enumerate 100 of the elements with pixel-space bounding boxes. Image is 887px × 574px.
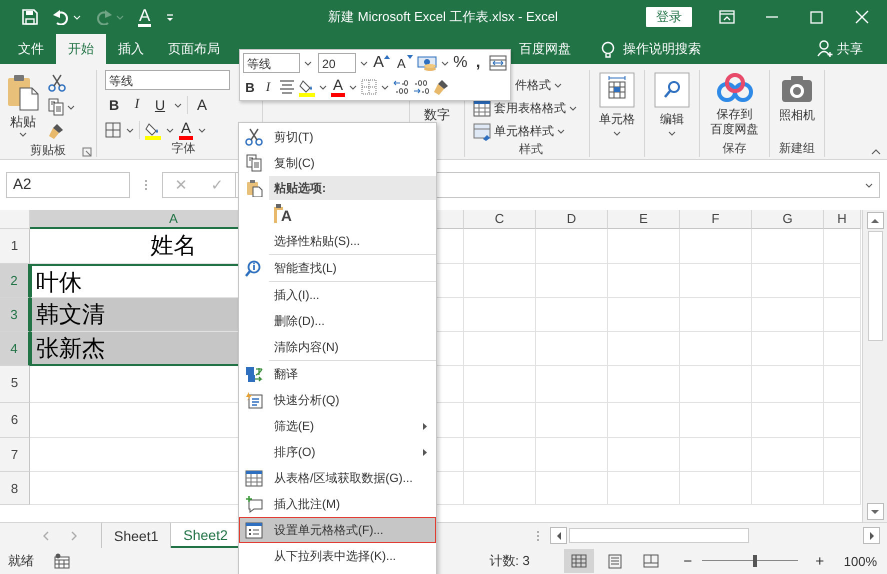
save-to-cloud-button[interactable]: 保存到百度网盘: [710, 107, 758, 137]
zoom-thumb[interactable]: [752, 555, 757, 567]
ribbon-tab[interactable]: 插入: [106, 34, 156, 64]
caret-icon[interactable]: [668, 131, 676, 136]
column-header[interactable]: C: [464, 210, 536, 229]
menu-item[interactable]: 从下拉列表中选择(K)...: [239, 543, 436, 569]
table-cell[interactable]: [824, 472, 861, 505]
table-cell[interactable]: [824, 403, 861, 438]
menu-item[interactable]: 从表格/区域获取数据(G)...: [239, 465, 436, 491]
table-cell[interactable]: [824, 332, 861, 366]
table-cell[interactable]: [536, 332, 608, 366]
table-cell[interactable]: [464, 366, 536, 403]
table-cell[interactable]: [752, 264, 824, 298]
undo-icon[interactable]: [52, 9, 70, 25]
table-cell[interactable]: [680, 472, 752, 505]
fill-color-icon[interactable]: [145, 120, 161, 140]
table-cell[interactable]: [536, 438, 608, 472]
ribbon-display-icon[interactable]: [718, 10, 734, 24]
table-cell[interactable]: [608, 229, 680, 264]
table-cell[interactable]: [680, 438, 752, 472]
table-cell[interactable]: [680, 403, 752, 438]
view-button[interactable]: [564, 549, 594, 573]
table-cell[interactable]: [536, 472, 608, 505]
decrease-decimal-icon[interactable]: [413, 79, 430, 95]
scroll-up-icon[interactable]: [870, 218, 880, 224]
table-cell[interactable]: [680, 298, 752, 332]
italic-button[interactable]: I: [128, 97, 146, 113]
table-cell[interactable]: [608, 438, 680, 472]
person-icon[interactable]: [817, 40, 834, 58]
currency-icon[interactable]: [417, 54, 438, 72]
scroll-thumb[interactable]: [569, 528, 749, 543]
table-cell[interactable]: [608, 366, 680, 403]
row-header[interactable]: 1: [0, 229, 30, 264]
table-cell[interactable]: [824, 366, 861, 403]
format-painter-icon[interactable]: [433, 78, 450, 96]
table-cell[interactable]: [752, 472, 824, 505]
table-format-icon[interactable]: [473, 100, 491, 118]
zoom-slider[interactable]: [702, 553, 798, 569]
font-name-field[interactable]: 等线: [243, 53, 300, 73]
style-button[interactable]: 件格式: [515, 77, 551, 94]
zoom-in-button[interactable]: +: [812, 552, 828, 570]
row-header[interactable]: 4: [0, 332, 30, 366]
table-cell[interactable]: [824, 264, 861, 298]
row-header[interactable]: 8: [0, 472, 30, 505]
border-icon[interactable]: [105, 122, 121, 138]
column-header[interactable]: F: [680, 210, 752, 229]
caret-icon[interactable]: [126, 128, 134, 132]
ribbon-tab[interactable]: 文件: [6, 34, 56, 64]
table-cell[interactable]: [536, 264, 608, 298]
ribbon-tab[interactable]: 页面布局: [156, 34, 232, 64]
sign-in-button[interactable]: 登录: [646, 7, 692, 27]
font-name-field[interactable]: 等线: [105, 70, 230, 90]
menu-item[interactable]: 排序(O): [239, 439, 436, 465]
table-cell[interactable]: [464, 403, 536, 438]
percent-button[interactable]: %: [453, 54, 468, 72]
table-cell[interactable]: [824, 438, 861, 472]
row-header[interactable]: 6: [0, 403, 30, 438]
column-header[interactable]: D: [536, 210, 608, 229]
row-header[interactable]: 5: [0, 366, 30, 403]
caret-icon[interactable]: [174, 102, 182, 108]
cells-button[interactable]: 单元格: [599, 111, 635, 128]
italic-button[interactable]: I: [261, 79, 275, 95]
table-cell[interactable]: [752, 366, 824, 403]
table-cell[interactable]: [608, 472, 680, 505]
align-center-icon[interactable]: [279, 79, 295, 95]
table-cell[interactable]: [608, 403, 680, 438]
table-cell[interactable]: [536, 298, 608, 332]
table-cell[interactable]: [680, 332, 752, 366]
format-painter-icon[interactable]: [48, 122, 64, 140]
macro-icon[interactable]: [54, 553, 70, 569]
grow-font-button[interactable]: A: [193, 96, 211, 114]
table-cell[interactable]: [536, 366, 608, 403]
table-cell[interactable]: [464, 229, 536, 264]
editing-button[interactable]: 编辑: [660, 111, 684, 128]
menu-item[interactable]: 快速分析(Q): [239, 387, 436, 413]
caret-icon[interactable]: [554, 83, 562, 88]
table-cell[interactable]: [464, 472, 536, 505]
zoom-out-button[interactable]: −: [680, 552, 696, 570]
column-header[interactable]: G: [752, 210, 824, 229]
bold-button[interactable]: B: [105, 97, 123, 113]
style-button[interactable]: 套用表格格式: [494, 100, 566, 117]
caret-icon[interactable]: [360, 60, 368, 66]
column-header[interactable]: H: [824, 210, 861, 229]
menu-item[interactable]: 设置单元格格式(F)...: [239, 517, 436, 543]
collapse-icon[interactable]: [871, 149, 881, 155]
font-color-button[interactable]: A: [331, 78, 346, 96]
scissors-icon[interactable]: [48, 74, 66, 92]
fill-color-icon[interactable]: [299, 78, 315, 96]
menu-item[interactable]: 复制(C): [239, 150, 436, 176]
underline-button[interactable]: U: [151, 97, 169, 113]
menu-item[interactable]: 插入批注(M): [239, 491, 436, 517]
table-cell[interactable]: [464, 438, 536, 472]
maximize-icon[interactable]: [810, 10, 823, 24]
dialog-launcher-icon[interactable]: [82, 147, 92, 157]
scroll-thumb[interactable]: [868, 231, 882, 341]
caret-icon[interactable]: [67, 104, 75, 110]
tell-me-search[interactable]: 操作说明搜索: [623, 40, 701, 58]
number-button[interactable]: 数字: [424, 106, 450, 124]
close-icon[interactable]: [854, 10, 868, 24]
scroll-left-icon[interactable]: [556, 530, 562, 540]
